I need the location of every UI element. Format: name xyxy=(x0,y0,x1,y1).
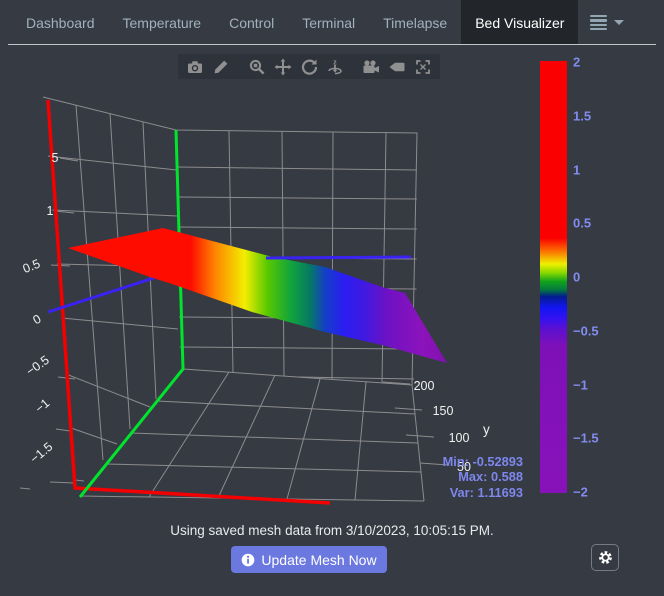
colorbar-tick: −0.5 xyxy=(573,323,599,339)
colorbar-tick: 2 xyxy=(573,54,581,70)
z-tick: 1 xyxy=(47,204,54,218)
colorbar-tick: −1.5 xyxy=(573,430,599,446)
stat-var: Var: 1.11693 xyxy=(450,485,523,500)
colorbar-tick: 1.5 xyxy=(573,108,592,124)
gear-icon xyxy=(598,551,612,564)
z-tick: −1 xyxy=(32,396,52,416)
stat-max: Max: 0.588 xyxy=(458,469,523,484)
octoprint-app: Dashboard Temperature Control Terminal T… xyxy=(0,0,664,596)
tab-control[interactable]: Control xyxy=(215,0,288,45)
tab-label: Terminal xyxy=(302,14,356,31)
mesh-stats-annotation: Min: -0.52893 Max: 0.588 Var: 1.11693 xyxy=(443,454,523,500)
colorbar-tick: 0 xyxy=(573,269,581,285)
y-tick: 150 xyxy=(433,404,454,418)
tab-label: Timelapse xyxy=(383,14,448,31)
caret-down-icon xyxy=(614,20,625,25)
update-mesh-button-label: Update Mesh Now xyxy=(261,551,377,568)
z-tick: 5 xyxy=(52,151,59,165)
y-axis-title: y xyxy=(483,422,490,437)
hamburger-icon xyxy=(590,14,608,31)
y-tick: 200 xyxy=(414,379,435,393)
update-mesh-button[interactable]: Update Mesh Now xyxy=(231,546,387,573)
mesh-status-text: Using saved mesh data from 3/10/2023, 10… xyxy=(170,523,494,538)
tab-bed-visualizer[interactable]: Bed Visualizer xyxy=(461,0,579,45)
colorbar-tick: 1 xyxy=(573,162,581,178)
z-axis-line-blue-right xyxy=(265,255,412,260)
colorbar-tick: −1 xyxy=(573,377,588,393)
z-tick: 0.5 xyxy=(21,257,42,277)
tab-label: Bed Visualizer xyxy=(475,14,565,31)
z-tick: −0.5 xyxy=(24,353,52,379)
y-axis-line-green xyxy=(78,129,185,498)
tab-label: Control xyxy=(229,14,275,31)
system-menu-toggle[interactable] xyxy=(578,0,636,45)
info-circle-icon xyxy=(242,553,255,566)
z-axis-tick-labels: 5 1 0.5 0 −0.5 −1 −1.5 xyxy=(21,151,59,466)
z-axis-line-blue-left xyxy=(47,274,161,314)
main-navbar: Dashboard Temperature Control Terminal T… xyxy=(0,0,664,45)
colorbar-gradient xyxy=(540,61,567,493)
plugin-settings-button[interactable] xyxy=(591,544,619,571)
tab-temperature[interactable]: Temperature xyxy=(109,0,216,45)
stat-min: Min: -0.52893 xyxy=(443,454,523,469)
z-tick: 0 xyxy=(30,312,43,328)
tab-timelapse[interactable]: Timelapse xyxy=(369,0,461,45)
z-tick: −1.5 xyxy=(27,440,55,467)
tab-label: Dashboard xyxy=(26,14,95,31)
bed-mesh-3d-plot[interactable]: 5 1 0.5 0 −0.5 −1 −1.5 200 150 100 50 y … xyxy=(0,45,535,515)
y-tick: 100 xyxy=(449,431,470,445)
tab-dashboard[interactable]: Dashboard xyxy=(12,0,109,45)
tab-terminal[interactable]: Terminal xyxy=(288,0,369,45)
colorbar-tick: 0.5 xyxy=(573,215,592,231)
colorbar-tick: −2 xyxy=(573,484,588,500)
tab-label: Temperature xyxy=(122,14,202,31)
